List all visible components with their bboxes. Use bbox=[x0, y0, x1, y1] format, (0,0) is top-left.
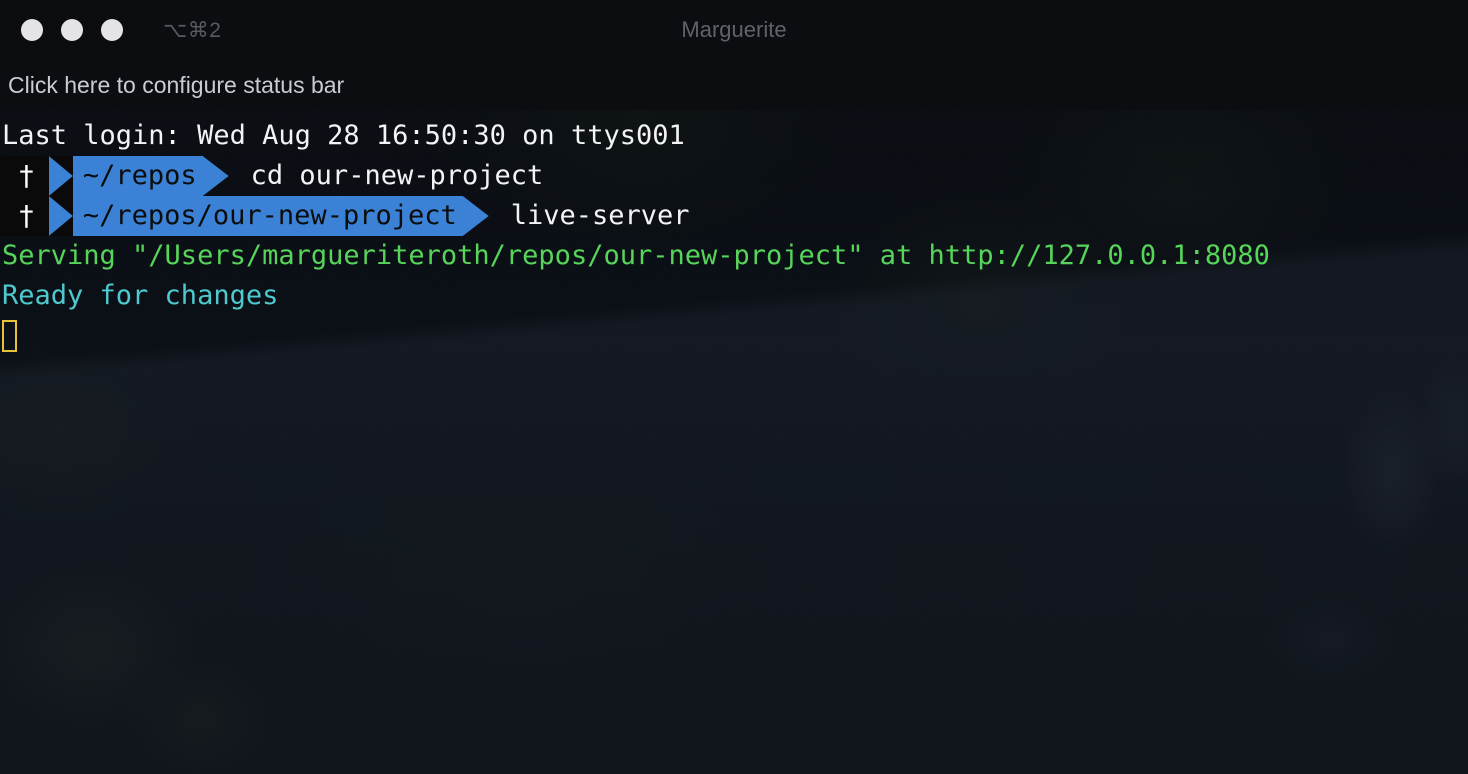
zoom-window-button[interactable] bbox=[101, 19, 123, 41]
close-window-button[interactable] bbox=[21, 19, 43, 41]
terminal-output-area[interactable]: Last login: Wed Aug 28 16:50:30 on ttys0… bbox=[0, 110, 1468, 774]
minimize-window-button[interactable] bbox=[61, 19, 83, 41]
title-bar[interactable]: ⌥⌘2 Marguerite bbox=[0, 0, 1468, 60]
prompt-status-icon: † bbox=[0, 156, 49, 196]
powerline-separator-icon bbox=[48, 156, 73, 196]
prompt-path-segment: ~/repos bbox=[72, 156, 203, 196]
terminal-window: ⌥⌘2 Marguerite Click here to configure s… bbox=[0, 0, 1468, 774]
cursor-line bbox=[0, 316, 1468, 356]
prompt-line: † ~/repos/our-new-project live-server bbox=[0, 196, 1468, 236]
output-line-ready: Ready for changes bbox=[2, 280, 279, 311]
powerline-end-cap-icon bbox=[463, 196, 489, 236]
prompt-command-text: cd our-new-project bbox=[250, 160, 544, 191]
window-shortcut-label: ⌥⌘2 bbox=[163, 18, 222, 42]
powerline-end-cap-icon bbox=[203, 156, 229, 196]
prompt-path-segment: ~/repos/our-new-project bbox=[72, 196, 463, 236]
traffic-light-group bbox=[21, 19, 123, 41]
text-cursor bbox=[2, 320, 17, 352]
prompt-status-icon: † bbox=[0, 196, 49, 236]
powerline-separator-icon bbox=[48, 196, 73, 236]
prompt-command-text: live-server bbox=[510, 200, 690, 231]
output-line-serving: Serving "/Users/margueriteroth/repos/our… bbox=[2, 240, 1270, 271]
status-bar[interactable]: Click here to configure status bar bbox=[0, 60, 1468, 110]
status-bar-configure-link[interactable]: Click here to configure status bar bbox=[8, 72, 344, 99]
prompt-line: † ~/repos cd our-new-project bbox=[0, 156, 1468, 196]
last-login-line: Last login: Wed Aug 28 16:50:30 on ttys0… bbox=[2, 120, 685, 151]
